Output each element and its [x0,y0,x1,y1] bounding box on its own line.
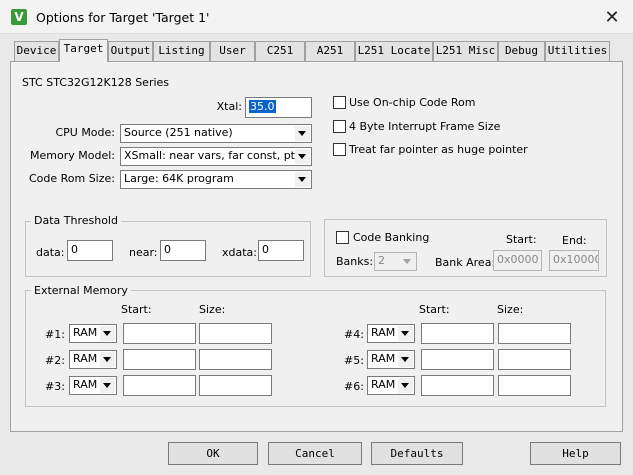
ext-start-input[interactable] [123,375,196,396]
bank-end-input[interactable]: 0x10000 [549,250,599,271]
ext-type-value: RAM [371,326,396,339]
memory-model-select[interactable]: XSmall: near vars, far const, ptr-4 [120,147,312,166]
chevron-down-icon [400,254,415,269]
ok-button[interactable]: OK [168,442,258,465]
data-input[interactable]: 0 [67,240,113,261]
banks-label: Banks: [336,255,374,268]
xtal-input[interactable]: 35.0 [245,97,312,118]
ext-size-input[interactable] [498,349,571,370]
ext-type-select[interactable]: RAM [69,376,117,395]
close-icon[interactable]: ✕ [598,6,626,30]
ext-row-label: #5: [344,354,364,367]
tab-target[interactable]: Target [59,39,108,62]
help-button[interactable]: Help [530,442,621,465]
near-label: near: [129,246,158,259]
ext-start-label-right: Start: [419,303,450,316]
tab-device[interactable]: Device [14,41,59,61]
tab-l251-misc[interactable]: L251 Misc [433,41,498,61]
tab-user[interactable]: User [210,41,255,61]
memory-model-label: Memory Model: [30,149,115,162]
tab-a251[interactable]: A251 [305,41,355,61]
treat-far-checkbox[interactable] [333,143,346,156]
ext-type-select[interactable]: RAM [367,350,415,369]
tab-utilities[interactable]: Utilities [545,41,610,61]
tab-l251-locate[interactable]: L251 Locate [355,41,433,61]
bank-area-label: Bank Area: [435,256,496,269]
use-onchip-checkbox[interactable] [333,96,346,109]
ext-type-value: RAM [371,378,396,391]
chevron-down-icon [398,326,413,341]
chevron-down-icon [100,326,115,341]
ext-type-value: RAM [73,326,98,339]
ext-type-value: RAM [73,352,98,365]
ext-size-label-left: Size: [199,303,226,316]
ext-type-select[interactable]: RAM [367,324,415,343]
code-banking-label: Code Banking [353,231,430,244]
defaults-button[interactable]: Defaults [371,442,463,465]
chevron-down-icon [398,352,413,367]
four-byte-label: 4 Byte Interrupt Frame Size [349,120,501,133]
code-banking-checkbox[interactable] [336,231,349,244]
ext-start-input[interactable] [123,349,196,370]
tab-debug[interactable]: Debug [498,41,545,61]
treat-far-label: Treat far pointer as huge pointer [349,143,528,156]
bank-end-label: End: [562,234,587,247]
ext-type-select[interactable]: RAM [69,350,117,369]
chevron-down-icon [295,149,310,164]
ext-row-label: #2: [45,354,65,367]
data-label: data: [36,246,65,259]
device-label: STC STC32G12K128 Series [22,76,170,89]
data-threshold-title: Data Threshold [31,214,121,227]
use-onchip-label: Use On-chip Code Rom [349,96,476,109]
bank-start-label: Start: [506,233,537,246]
near-input[interactable]: 0 [160,240,206,261]
xtal-value: 35.0 [249,100,276,113]
banks-value: 2 [378,254,385,267]
code-rom-size-select[interactable]: Large: 64K program [120,170,312,189]
app-icon: V [11,9,27,25]
xtal-label: Xtal: [216,100,242,113]
ext-size-input[interactable] [199,375,272,396]
code-rom-size-value: Large: 64K program [124,172,234,185]
ext-size-input[interactable] [199,349,272,370]
code-rom-size-label: Code Rom Size: [28,172,115,185]
tab-listing[interactable]: Listing [153,41,210,61]
external-memory-title: External Memory [31,284,131,297]
ext-size-input[interactable] [498,323,571,344]
chevron-down-icon [398,378,413,393]
ext-row-label: #4: [344,328,364,341]
ext-type-value: RAM [73,378,98,391]
memory-model-value: XSmall: near vars, far const, ptr-4 [124,149,310,162]
ext-row-label: #1: [45,328,65,341]
cpu-mode-select[interactable]: Source (251 native) [120,124,312,143]
chevron-down-icon [100,352,115,367]
ext-type-select[interactable]: RAM [367,376,415,395]
ext-row-label: #3: [45,380,65,393]
ext-size-label-right: Size: [497,303,524,316]
ext-size-input[interactable] [199,323,272,344]
ext-row-label: #6: [344,380,364,393]
ext-size-input[interactable] [498,375,571,396]
chevron-down-icon [100,378,115,393]
window-title: Options for Target 'Target 1' [36,10,210,25]
ext-start-input[interactable] [421,375,494,396]
cpu-mode-value: Source (251 native) [124,126,233,139]
cancel-button[interactable]: Cancel [268,442,362,465]
ext-type-select[interactable]: RAM [69,324,117,343]
chevron-down-icon [295,172,310,187]
ext-start-input[interactable] [123,323,196,344]
bank-start-input[interactable]: 0x0000 [493,250,542,271]
xdata-label: xdata: [222,246,257,259]
xdata-input[interactable]: 0 [258,240,304,261]
tab-output[interactable]: Output [108,41,153,61]
tab-c251[interactable]: C251 [255,41,305,61]
ext-start-input[interactable] [421,323,494,344]
four-byte-checkbox[interactable] [333,120,346,133]
ext-start-label-left: Start: [121,303,152,316]
chevron-down-icon [295,126,310,141]
ext-start-input[interactable] [421,349,494,370]
cpu-mode-label: CPU Mode: [55,126,115,139]
banks-select[interactable]: 2 [374,252,417,271]
ext-type-value: RAM [371,352,396,365]
